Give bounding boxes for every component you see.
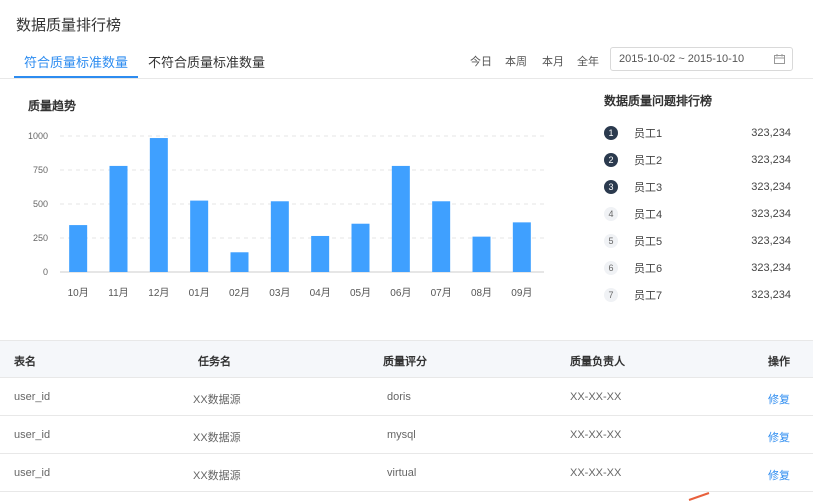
rank-badge: 2 <box>604 153 618 167</box>
cell-table-name: user_id <box>14 391 51 403</box>
rank-badge: 3 <box>604 180 618 194</box>
ranking-item: 6 员工6 323,234 <box>604 258 794 278</box>
ranking-title: 数据质量问题排行榜 <box>604 94 713 108</box>
ranking-item: 7 员工7 323,234 <box>604 285 794 305</box>
bar <box>109 165 128 272</box>
cell-table-name: user_id <box>14 429 51 441</box>
x-tick-label: 12月 <box>148 287 169 299</box>
repair-link[interactable]: 修复 <box>768 429 790 445</box>
rank-name: 员工6 <box>634 263 663 275</box>
x-tick-label: 07月 <box>431 287 452 299</box>
bar <box>391 165 410 272</box>
cell-owner: XX-XX-XX <box>570 429 622 441</box>
table-row: user_id XX数据源 mysql XX-XX-XX 修复 <box>0 416 813 454</box>
rank-name: 员工5 <box>634 236 663 248</box>
ranking-item: 2 员工2 323,234 <box>604 150 794 170</box>
rank-name: 员工3 <box>634 182 663 194</box>
rank-badge: 5 <box>604 234 618 248</box>
bar <box>69 225 88 272</box>
cell-owner: XX-XX-XX <box>570 467 622 479</box>
bar <box>311 235 330 272</box>
x-tick-label: 06月 <box>390 287 411 299</box>
rank-value: 323,234 <box>751 262 791 274</box>
bar <box>149 138 168 272</box>
bar <box>270 201 289 272</box>
ranking-item: 5 员工5 323,234 <box>604 231 794 251</box>
header-task-name: 任务名 <box>198 356 231 368</box>
rank-badge: 6 <box>604 261 618 275</box>
chart-title: 质量趋势 <box>28 99 77 113</box>
rank-badge: 4 <box>604 207 618 221</box>
cell-task-name: XX数据源 <box>193 470 241 482</box>
x-tick-label: 04月 <box>310 287 331 299</box>
table-header: 表名 任务名 质量评分 质量负责人 操作 <box>0 340 813 378</box>
range-links: 今日 本周 本月 全年 <box>470 53 612 69</box>
x-tick-label: 09月 <box>511 287 532 299</box>
header-table-name: 表名 <box>14 356 36 368</box>
bar <box>351 223 370 272</box>
cell-task-name: XX数据源 <box>193 394 241 406</box>
table-row: user_id XX数据源 doris XX-XX-XX 修复 <box>0 378 813 416</box>
range-this-month[interactable]: 本月 <box>542 53 564 69</box>
calendar-icon <box>774 54 785 64</box>
rank-name: 员工1 <box>634 128 663 140</box>
rank-value: 323,234 <box>751 208 791 220</box>
x-tick-label: 01月 <box>189 287 210 299</box>
tab-qualified-count[interactable]: 符合质量标准数量 <box>14 46 139 78</box>
x-tick-label: 10月 <box>68 287 89 299</box>
bar <box>512 222 531 272</box>
ranking-item: 1 员工1 323,234 <box>604 123 794 143</box>
tab-unqualified-count[interactable]: 不符合质量标准数量 <box>138 46 275 78</box>
x-tick-label: 03月 <box>269 287 290 299</box>
y-tick-label: 1000 <box>28 131 48 141</box>
table-row: user_id XX数据源 virtual XX-XX-XX 修复 <box>0 454 813 492</box>
x-tick-label: 08月 <box>471 287 492 299</box>
page-title: 数据质量排行榜 <box>16 17 122 34</box>
y-tick-label: 750 <box>33 165 48 175</box>
quality-tabs: 符合质量标准数量 不符合质量标准数量 <box>14 46 275 78</box>
x-tick-label: 05月 <box>350 287 371 299</box>
cell-quality-score: mysql <box>387 429 416 441</box>
bar <box>190 200 209 272</box>
header-action: 操作 <box>768 356 790 368</box>
ranking-item: 4 员工4 323,234 <box>604 204 794 224</box>
rank-value: 323,234 <box>751 154 791 166</box>
header-owner: 质量负责人 <box>570 356 625 368</box>
bar <box>432 201 451 272</box>
header-quality-score: 质量评分 <box>383 356 427 368</box>
rank-name: 员工4 <box>634 209 663 221</box>
range-today[interactable]: 今日 <box>470 53 492 69</box>
cell-task-name: XX数据源 <box>193 432 241 444</box>
rank-value: 323,234 <box>751 289 791 301</box>
rank-badge: 1 <box>604 126 618 140</box>
quality-trend-chart: 0 250 500 750 1000 10月 11月 12月 01月 02月 03月 04月 05月 06… <box>28 131 544 299</box>
y-tick-label: 250 <box>33 233 48 243</box>
ranking-item: 3 员工3 323,234 <box>604 177 794 197</box>
rank-value: 323,234 <box>751 235 791 247</box>
date-range-picker[interactable]: 2015-10-02 ~ 2015-10-10 <box>610 47 793 71</box>
quality-table: 表名 任务名 质量评分 质量负责人 操作 user_id XX数据源 doris… <box>0 340 813 492</box>
tabs-divider <box>0 78 813 79</box>
rank-name: 员工2 <box>634 155 663 167</box>
rank-badge: 7 <box>604 288 618 302</box>
repair-link[interactable]: 修复 <box>768 467 790 483</box>
y-tick-label: 500 <box>33 199 48 209</box>
bar <box>230 252 249 272</box>
bar <box>472 236 491 272</box>
x-tick-label: 11月 <box>108 287 128 299</box>
range-this-week[interactable]: 本周 <box>505 53 527 69</box>
cell-table-name: user_id <box>14 467 51 479</box>
date-range-value: 2015-10-02 ~ 2015-10-10 <box>619 53 745 65</box>
range-full-year[interactable]: 全年 <box>577 53 599 69</box>
rank-name: 员工7 <box>634 290 663 302</box>
cell-quality-score: virtual <box>387 467 417 479</box>
corner-decoration <box>688 492 710 501</box>
cell-owner: XX-XX-XX <box>570 391 622 403</box>
cell-quality-score: doris <box>387 391 411 403</box>
x-tick-label: 02月 <box>229 287 250 299</box>
rank-value: 323,234 <box>751 127 791 139</box>
y-tick-label: 0 <box>43 267 48 277</box>
repair-link[interactable]: 修复 <box>768 391 790 407</box>
rank-value: 323,234 <box>751 181 791 193</box>
